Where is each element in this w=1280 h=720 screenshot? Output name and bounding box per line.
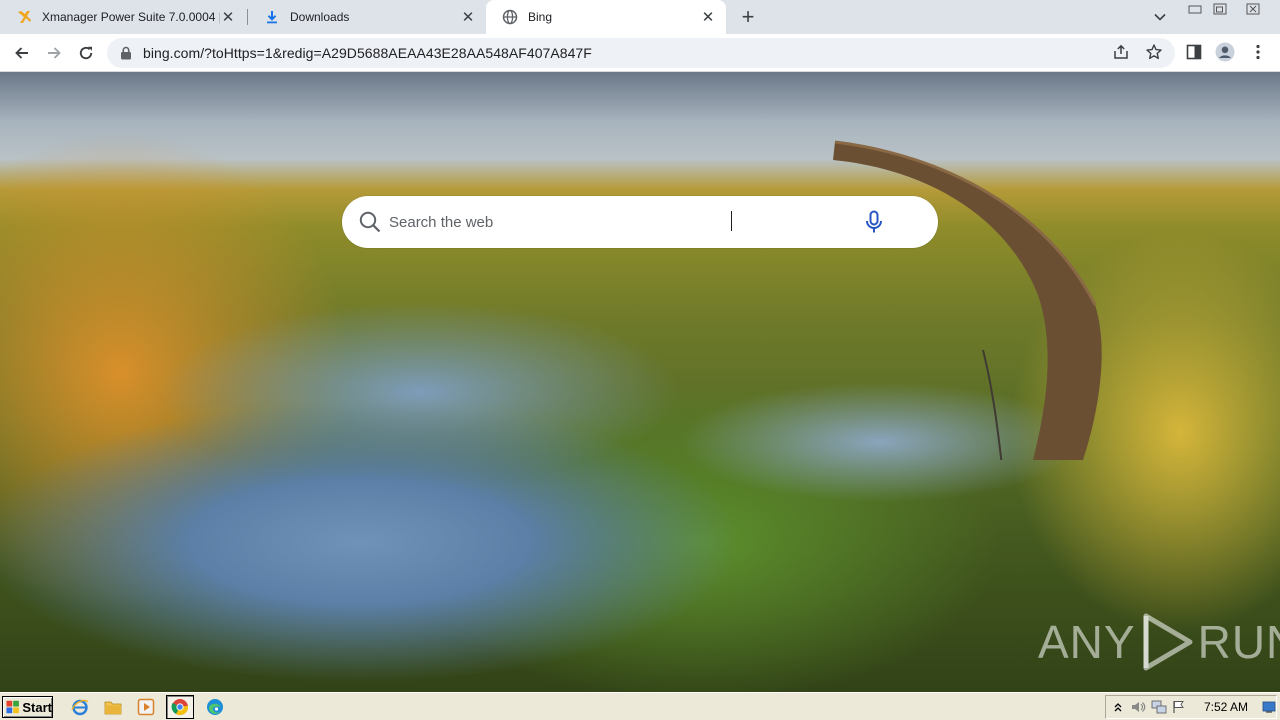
close-window-icon[interactable] — [1244, 2, 1262, 16]
tray-expand-icon[interactable] — [1111, 699, 1125, 715]
close-tab-icon[interactable]: ✕ — [460, 9, 476, 26]
tab-title: Xmanager Power Suite 7.0.0004 | Br — [42, 10, 220, 24]
start-button[interactable]: Start — [2, 696, 53, 718]
media-player-icon[interactable] — [137, 698, 155, 716]
close-tab-icon[interactable]: ✕ — [220, 9, 236, 26]
profile-avatar-icon[interactable] — [1215, 42, 1235, 62]
bing-search-box[interactable] — [342, 196, 938, 248]
microphone-icon[interactable] — [863, 209, 885, 235]
tab-strip: Xmanager Power Suite 7.0.0004 | Br ✕ Dow… — [0, 0, 1280, 34]
bing-page: ANY RUN — [0, 72, 1280, 692]
ie-icon[interactable] — [71, 698, 89, 716]
observation-tower-image — [833, 140, 1102, 460]
globe-icon — [502, 9, 518, 25]
search-input[interactable] — [389, 207, 849, 237]
back-button[interactable] — [11, 42, 33, 64]
action-center-flag-icon[interactable] — [1172, 699, 1186, 715]
share-icon[interactable] — [1111, 42, 1131, 62]
more-menu-icon[interactable] — [1248, 42, 1268, 62]
restore-icon[interactable] — [1211, 2, 1229, 16]
new-tab-button[interactable]: + — [737, 4, 759, 29]
windows-flag-icon — [6, 700, 19, 714]
tab-xmanager[interactable]: Xmanager Power Suite 7.0.0004 | Br ✕ — [0, 0, 246, 34]
tab-downloads[interactable]: Downloads ✕ — [248, 0, 486, 34]
network-icon[interactable] — [1151, 699, 1167, 715]
reload-button[interactable] — [75, 42, 97, 64]
tab-title: Bing — [528, 10, 553, 24]
clock: 7:52 AM — [1203, 700, 1248, 714]
text-caret — [731, 211, 732, 231]
side-panel-icon[interactable] — [1184, 42, 1204, 62]
start-label: Start — [22, 699, 52, 715]
url-text: bing.com/?toHttps=1&redig=A29D5688AEAA43… — [143, 45, 592, 61]
anyrun-watermark: ANY RUN — [1038, 610, 1280, 674]
browser-toolbar: bing.com/?toHttps=1&redig=A29D5688AEAA43… — [0, 34, 1280, 72]
tab-title: Downloads — [290, 10, 350, 24]
close-tab-icon[interactable]: ✕ — [700, 9, 716, 26]
volume-icon[interactable] — [1130, 699, 1146, 715]
watermark-text-left: ANY — [1038, 616, 1136, 668]
show-desktop-icon[interactable] — [1262, 699, 1276, 715]
explorer-icon[interactable] — [104, 698, 122, 716]
windows-taskbar: Start 7:52 AM — [0, 692, 1280, 720]
edge-icon[interactable] — [206, 698, 224, 716]
watermark-text-right: RUN — [1197, 616, 1280, 668]
search-icon[interactable] — [357, 209, 383, 235]
chrome-icon[interactable] — [166, 695, 194, 719]
forward-button[interactable] — [43, 42, 65, 64]
tab-bing[interactable]: Bing ✕ — [486, 0, 726, 34]
address-bar[interactable]: bing.com/?toHttps=1&redig=A29D5688AEAA43… — [107, 38, 1175, 68]
lock-icon[interactable] — [119, 46, 133, 60]
minimize-icon[interactable] — [1186, 2, 1204, 16]
download-icon — [264, 9, 280, 25]
system-tray: 7:52 AM — [1105, 695, 1277, 719]
play-logo-icon — [1143, 613, 1193, 671]
xmanager-favicon — [16, 9, 32, 25]
bookmark-star-icon[interactable] — [1144, 42, 1164, 62]
tab-search-chevron-icon[interactable] — [1152, 9, 1168, 25]
